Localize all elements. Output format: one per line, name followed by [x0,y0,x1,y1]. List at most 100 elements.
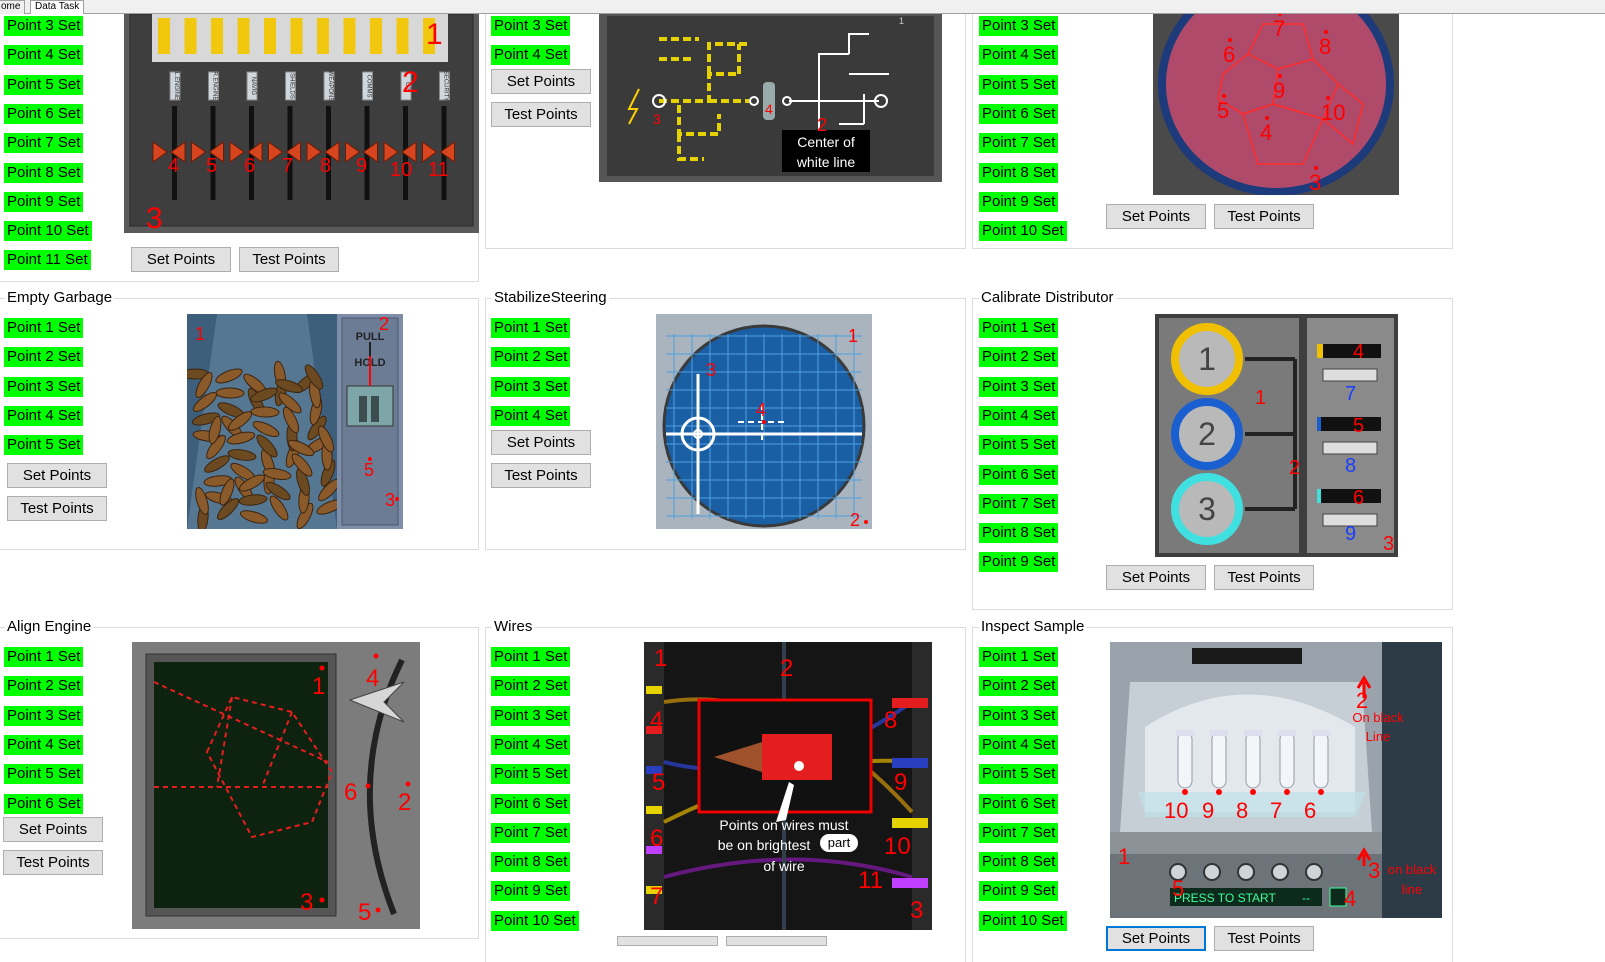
reactor-slider-label: R.ENGINE [212,71,218,100]
sample-marker-8: 8 [1236,798,1248,823]
reactor-slider-label: SHIELDS [289,73,295,99]
reactor-slider-label: L.ENGINE [173,72,179,100]
wires-point-status: Point 6 Set [491,793,571,814]
sample-marker-6: 6 [1304,798,1316,823]
wires-note-part: part [828,835,851,850]
distributor-marker-5: 5 [1353,415,1364,437]
sample-marker-5: 5 [1172,876,1184,901]
sample-set-points-button[interactable]: Set Points [1106,926,1206,951]
steering-set-points-button[interactable]: Set Points [491,430,591,455]
distributor-set-points-button[interactable]: Set Points [1106,565,1206,590]
wires-note-line1: Points on wires must [719,817,848,833]
distributor-dial-2: 2 [1198,416,1216,452]
reactor-marker-2: 2 [402,66,419,99]
wires-note-line3: of wire [763,858,804,874]
steering-test-points-button[interactable]: Test Points [491,463,591,488]
tab-data-task[interactable]: Data Task [30,0,85,14]
reactor-point-status: Point 8 Set [4,162,84,183]
distributor-test-points-button[interactable]: Test Points [1214,565,1314,590]
reactor-slider-label: NAVIG [250,77,256,96]
sample-point-status: Point 3 Set [979,705,1059,726]
steering-point-status: Point 4 Set [491,405,571,426]
engine-point-status: Point 2 Set [4,676,84,697]
garbage-test-points-button[interactable]: Test Points [7,496,107,521]
electrical-set-points-button[interactable]: Set Points [491,69,591,94]
electrical-point-status: Point 4 Set [491,45,571,66]
engine-marker-4: 4 [366,665,379,692]
engine-set-points-button[interactable]: Set Points [3,817,103,842]
inspect-sample-image: PRESS TO START -- 1 2 3 4 5 6 7 8 9 10 O… [1110,642,1442,918]
electrical-marker-2: 2 [817,115,827,135]
sample-marker-4: 4 [1344,886,1356,911]
wires-point-status: Point 4 Set [491,734,571,755]
engine-marker-6: 6 [344,779,357,806]
reactor-test-points-button[interactable]: Test Points [239,247,339,272]
tab-strip: ome Data Task [0,0,1605,14]
wires-point-status: Point 9 Set [491,881,571,902]
sample-point-status: Point 10 Set [979,910,1067,931]
wire-marker-6: 6 [650,825,663,852]
garbage-point-status: Point 1 Set [4,318,84,338]
distributor-marker-2: 2 [1289,457,1300,479]
sample-point-status: Point 5 Set [979,764,1059,785]
sample-point-status: Point 1 Set [979,647,1059,667]
garbage-set-points-button[interactable]: Set Points [7,463,107,488]
sample-point-status: Point 8 Set [979,852,1059,873]
distributor-point-status: Point 9 Set [979,552,1059,573]
asteroid-marker-9: 9 [1273,78,1285,103]
wires-point-status: Point 8 Set [491,852,571,873]
asteroids-image: 3 4 5 6 7 8 9 10 [1153,14,1399,195]
asteroids-test-points-button[interactable]: Test Points [1214,204,1314,229]
distributor-dial-3: 3 [1198,491,1216,527]
reactor-set-points-button[interactable]: Set Points [131,247,231,272]
asteroids-point-status: Point 7 Set [979,133,1059,154]
sample-point-status: Point 6 Set [979,793,1059,814]
engine-point-status: Point 6 Set [4,793,84,814]
wire-marker-11: 11 [858,867,883,894]
steering-marker-4: 4 [756,400,766,420]
steering-marker-1: 1 [848,326,858,346]
sample-point-status: Point 9 Set [979,881,1059,902]
garbage-point-status: Point 2 Set [4,347,84,368]
wire-marker-4: 4 [650,707,663,734]
engine-point-status: Point 1 Set [4,647,84,667]
distributor-point-status: Point 4 Set [979,405,1059,426]
reactor-point-status: Point 5 Set [4,74,84,95]
wire-marker-10: 10 [884,833,911,860]
tab-home[interactable]: ome [0,0,26,14]
wire-marker-5: 5 [652,769,665,796]
asteroids-point-status: Point 5 Set [979,74,1059,95]
sample-test-points-button[interactable]: Test Points [1214,926,1314,951]
distributor-point-status: Point 3 Set [979,376,1059,397]
asteroids-set-points-button[interactable]: Set Points [1106,204,1206,229]
distributor-marker-1: 1 [1255,387,1266,409]
sample-note2-line1: On black [1352,710,1404,725]
wire-marker-7: 7 [650,883,663,910]
reactor-slider-label: WEAPONS [327,71,333,102]
wires-set-points-button[interactable] [617,936,718,946]
asteroid-marker-7: 7 [1273,16,1285,41]
steering-marker-3: 3 [706,360,716,380]
electrical-test-points-button[interactable]: Test Points [491,102,591,127]
distributor-point-status: Point 1 Set [979,318,1059,338]
wires-point-status: Point 7 Set [491,822,571,843]
garbage-marker-3: 3 [385,490,395,510]
asteroids-point-status: Point 8 Set [979,162,1059,183]
align-engine-image: 1 2 3 4 5 6 [132,642,420,929]
sample-marker-1: 1 [1118,844,1130,869]
reactor-point-status: Point 3 Set [4,16,84,36]
empty-garbage-image: PULL HOLD 1 2 3 5 [187,314,403,529]
distributor-marker-8: 8 [1345,455,1356,477]
electrical-image: Center of white line 1 2 3 4 [599,14,942,182]
reactor-point-status: Point 6 Set [4,103,84,124]
wires-test-points-button[interactable] [726,936,827,946]
reactor-marker-4: 4 [168,155,179,177]
engine-test-points-button[interactable]: Test Points [3,850,103,875]
sample-note3-line1: on black [1388,862,1437,877]
electrical-marker-4: 4 [765,101,773,117]
asteroid-marker-3: 3 [1309,170,1321,195]
panel-title-calibrate-distributor: Calibrate Distributor [979,289,1116,307]
reactor-marker-7: 7 [282,155,293,177]
reactor-marker-11: 11 [428,159,449,181]
sample-marker-3: 3 [1368,858,1380,883]
